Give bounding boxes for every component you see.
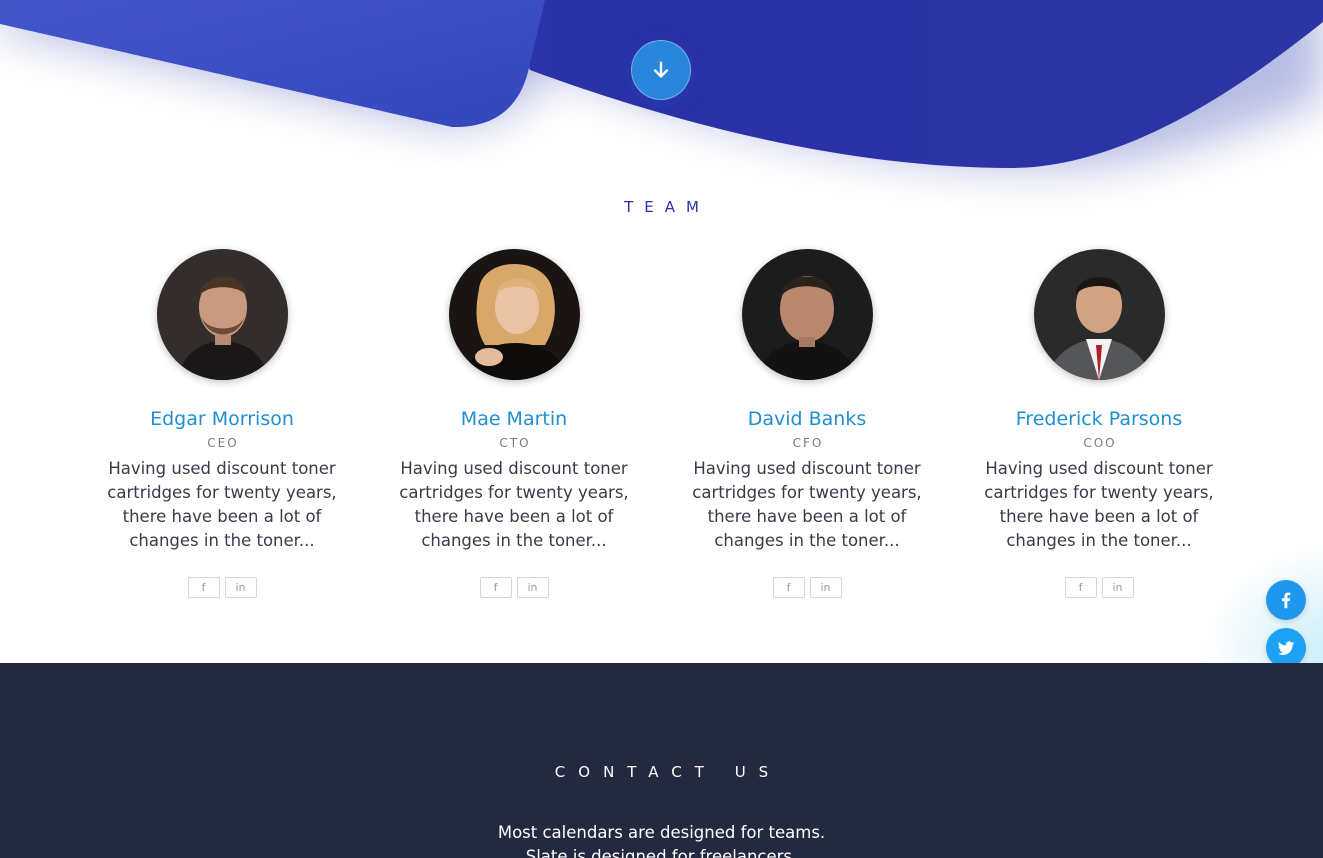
avatar — [448, 249, 580, 380]
member-name: Frederick Parsons — [1015, 408, 1183, 430]
member-role: CTO — [499, 436, 531, 450]
share-twitter-button[interactable] — [1266, 628, 1306, 668]
member-social-links: f in — [383, 577, 645, 598]
linkedin-icon[interactable]: in — [1101, 577, 1134, 598]
member-social-links: f in — [676, 577, 938, 598]
team-member-card: Frederick Parsons COO Having used discou… — [968, 249, 1230, 598]
arrow-down-icon — [653, 61, 669, 78]
linkedin-icon[interactable]: in — [516, 577, 549, 598]
avatar — [1033, 249, 1165, 380]
team-member-card: Mae Martin CTO Having used discount tone… — [383, 249, 645, 598]
member-role: CFO — [792, 436, 824, 450]
avatar — [156, 249, 288, 380]
member-bio: Having used discount toner cartridges fo… — [399, 459, 629, 550]
linkedin-icon[interactable]: in — [809, 577, 842, 598]
member-photo — [741, 249, 873, 380]
member-social-links: f in — [968, 577, 1230, 598]
member-social-links: f in — [91, 577, 353, 598]
facebook-icon — [1281, 592, 1291, 609]
facebook-icon[interactable]: f — [772, 577, 805, 598]
contact-text-line-2: Slate is designed for freelancers. — [525, 847, 798, 858]
hero-background — [0, 0, 1323, 169]
member-bio: Having used discount toner cartridges fo… — [692, 459, 922, 550]
avatar — [741, 249, 873, 380]
member-bio: Having used discount toner cartridges fo… — [107, 459, 337, 550]
page: TEAM Edgar Morrison CEO Having used disc… — [0, 0, 1323, 858]
member-name: Mae Martin — [460, 408, 568, 430]
scroll-down-button[interactable] — [631, 40, 691, 100]
team-member-card: Edgar Morrison CEO Having used discount … — [91, 249, 353, 598]
team-member-card: David Banks CFO Having used discount ton… — [676, 249, 938, 598]
contact-section: CONTACT US Most calendars are designed f… — [0, 663, 1323, 858]
twitter-icon — [1277, 641, 1295, 655]
facebook-icon[interactable]: f — [479, 577, 512, 598]
member-name: David Banks — [747, 408, 867, 430]
member-photo — [156, 249, 288, 380]
facebook-icon[interactable]: f — [1064, 577, 1097, 598]
member-role: COO — [1083, 436, 1117, 450]
contact-heading: CONTACT US — [554, 763, 782, 781]
member-name: Edgar Morrison — [150, 408, 294, 430]
member-photo — [1033, 249, 1165, 380]
member-role: CEO — [207, 436, 239, 450]
share-facebook-button[interactable] — [1266, 580, 1306, 620]
facebook-icon[interactable]: f — [187, 577, 220, 598]
linkedin-icon[interactable]: in — [224, 577, 257, 598]
team-heading: TEAM — [624, 198, 710, 216]
contact-text-line-1: Most calendars are designed for teams. — [497, 823, 826, 842]
member-bio: Having used discount toner cartridges fo… — [984, 459, 1214, 550]
member-photo — [448, 249, 580, 380]
